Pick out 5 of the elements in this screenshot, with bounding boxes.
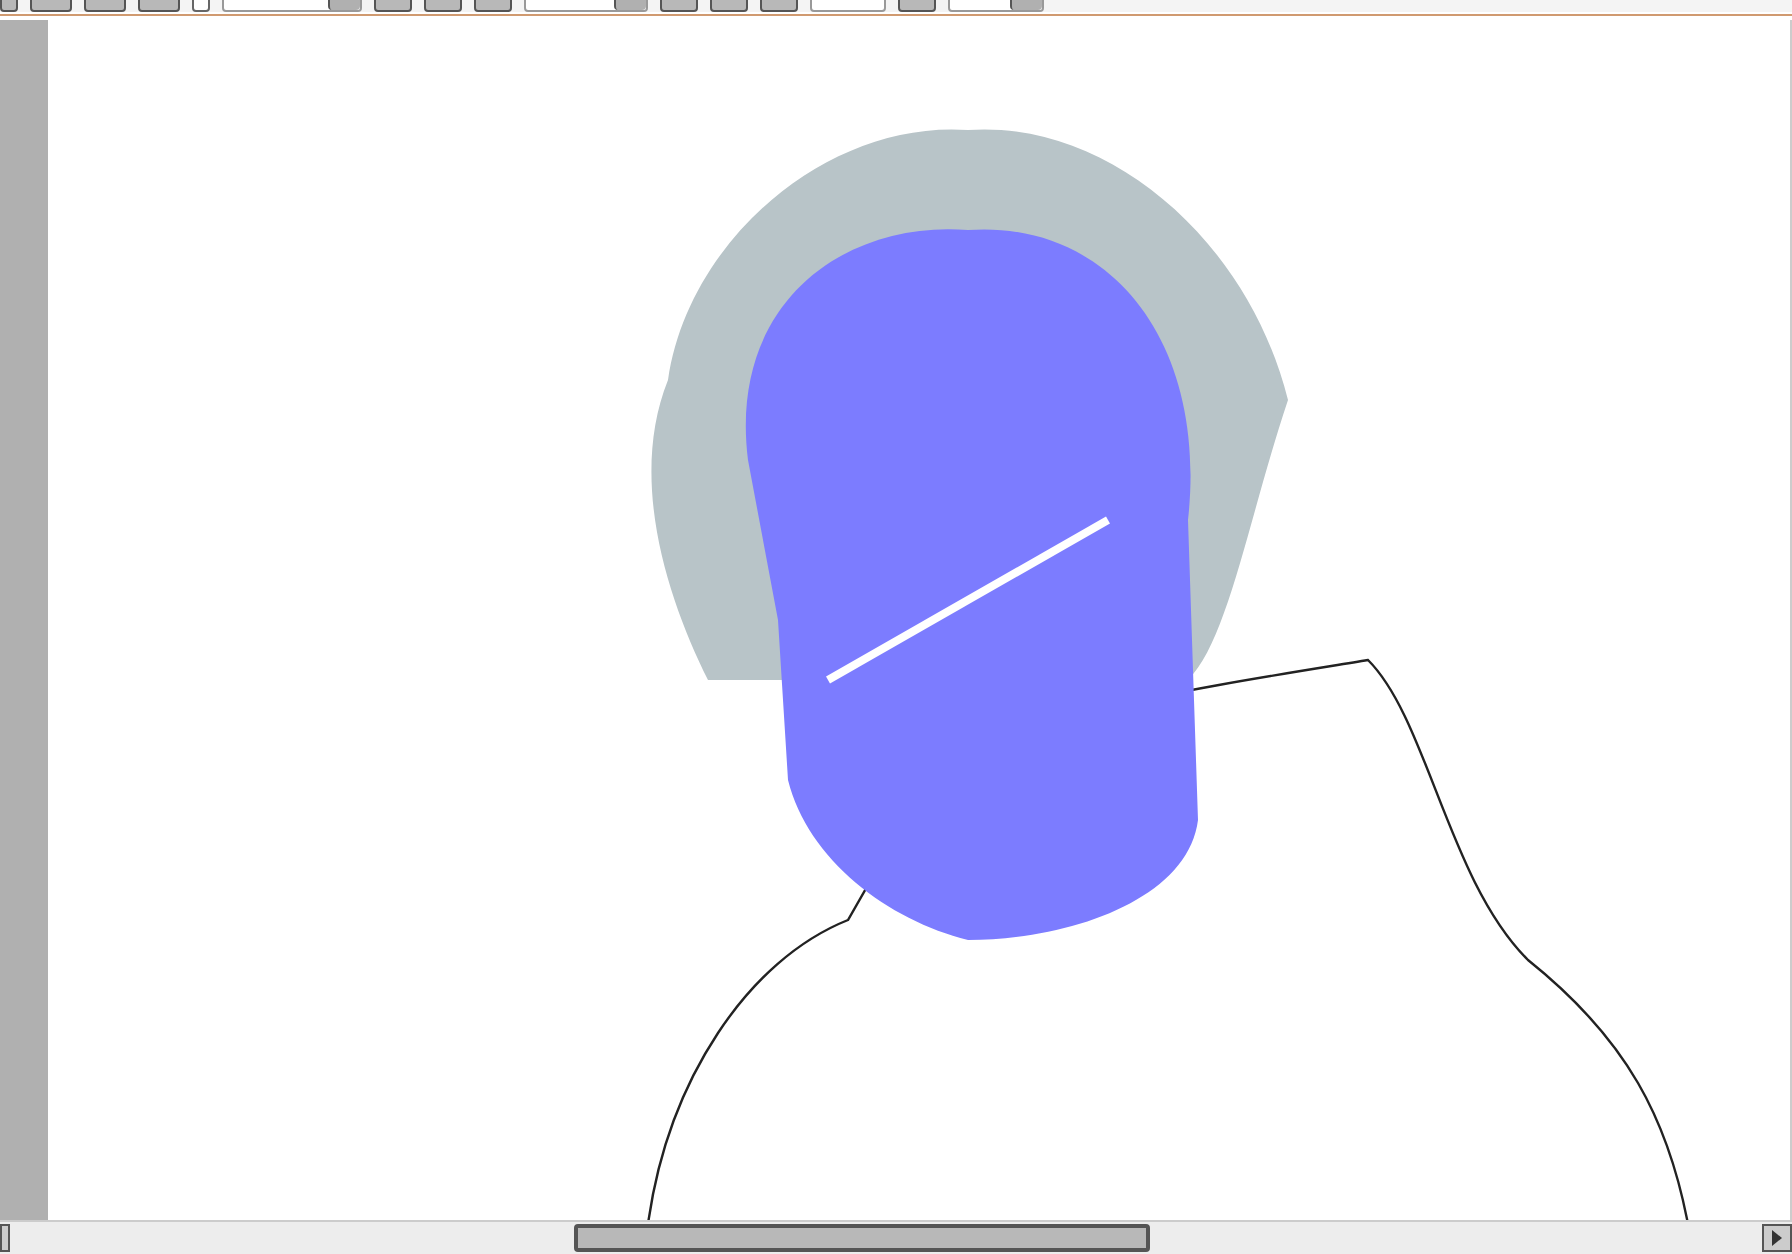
right-arrow-icon [1772,1230,1782,1246]
scroll-left-button[interactable] [0,1224,10,1252]
scroll-thumb[interactable] [574,1224,1150,1252]
horizontal-scrollbar[interactable] [0,1220,1792,1254]
scroll-right-button[interactable] [1762,1224,1792,1252]
